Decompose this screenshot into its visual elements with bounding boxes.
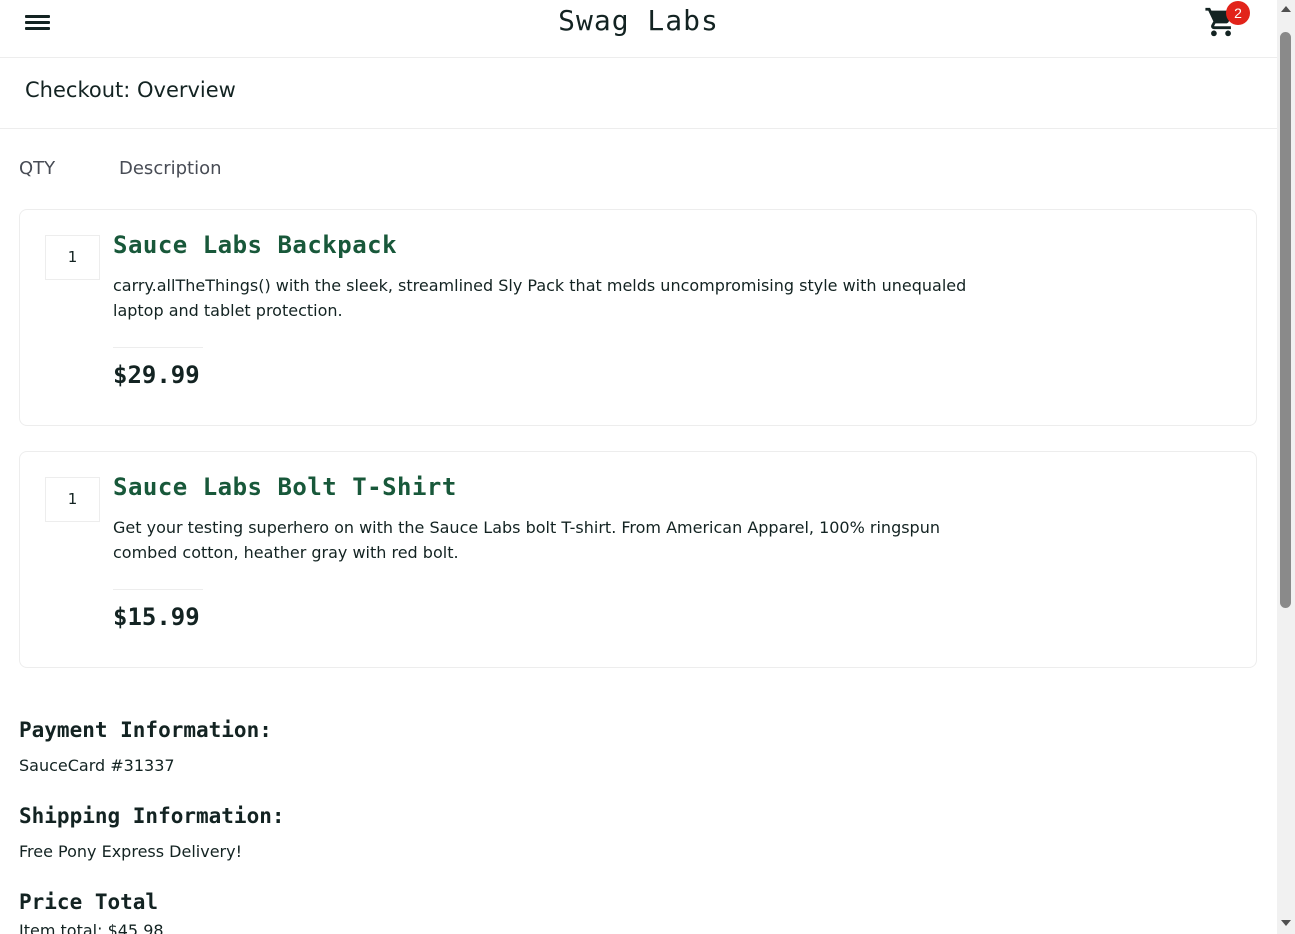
primary-header: Swag Labs 2 bbox=[0, 0, 1277, 58]
checkout-overview-page: Swag Labs 2 Checkout: Overview QTY Descr… bbox=[0, 0, 1277, 934]
description-label: Description bbox=[119, 158, 222, 179]
app-logo: Swag Labs bbox=[558, 4, 719, 37]
page-title: Checkout: Overview bbox=[25, 78, 236, 102]
scroll-thumb[interactable] bbox=[1280, 32, 1291, 608]
item-quantity: 1 bbox=[45, 235, 100, 280]
item-quantity: 1 bbox=[45, 477, 100, 522]
scroll-down-arrow-icon[interactable] bbox=[1281, 920, 1291, 926]
qty-label: QTY bbox=[19, 158, 56, 179]
item-total: Item total: $45.98 bbox=[19, 921, 164, 934]
item-price: $15.99 bbox=[113, 603, 200, 631]
vertical-scrollbar[interactable] bbox=[1277, 0, 1295, 934]
price-total-label: Price Total bbox=[19, 890, 159, 914]
item-divider bbox=[113, 347, 203, 348]
item-price: $29.99 bbox=[113, 361, 200, 389]
item-divider bbox=[113, 589, 203, 590]
item-name-link[interactable]: Sauce Labs Backpack bbox=[113, 231, 397, 259]
shipping-info-label: Shipping Information: bbox=[19, 804, 285, 828]
payment-info-label: Payment Information: bbox=[19, 718, 272, 742]
cart-item: 1 Sauce Labs Backpack carry.allTheThings… bbox=[19, 209, 1257, 426]
item-description: carry.allTheThings() with the sleek, str… bbox=[113, 276, 967, 320]
shipping-info-value: Free Pony Express Delivery! bbox=[19, 842, 242, 861]
item-name-link[interactable]: Sauce Labs Bolt T-Shirt bbox=[113, 473, 457, 501]
cart-item: 1 Sauce Labs Bolt T-Shirt Get your testi… bbox=[19, 451, 1257, 668]
item-description: Get your testing superhero on with the S… bbox=[113, 518, 940, 562]
payment-info-value: SauceCard #31337 bbox=[19, 756, 175, 775]
scroll-up-arrow-icon[interactable] bbox=[1281, 6, 1291, 12]
cart-badge[interactable]: 2 bbox=[1226, 1, 1250, 25]
